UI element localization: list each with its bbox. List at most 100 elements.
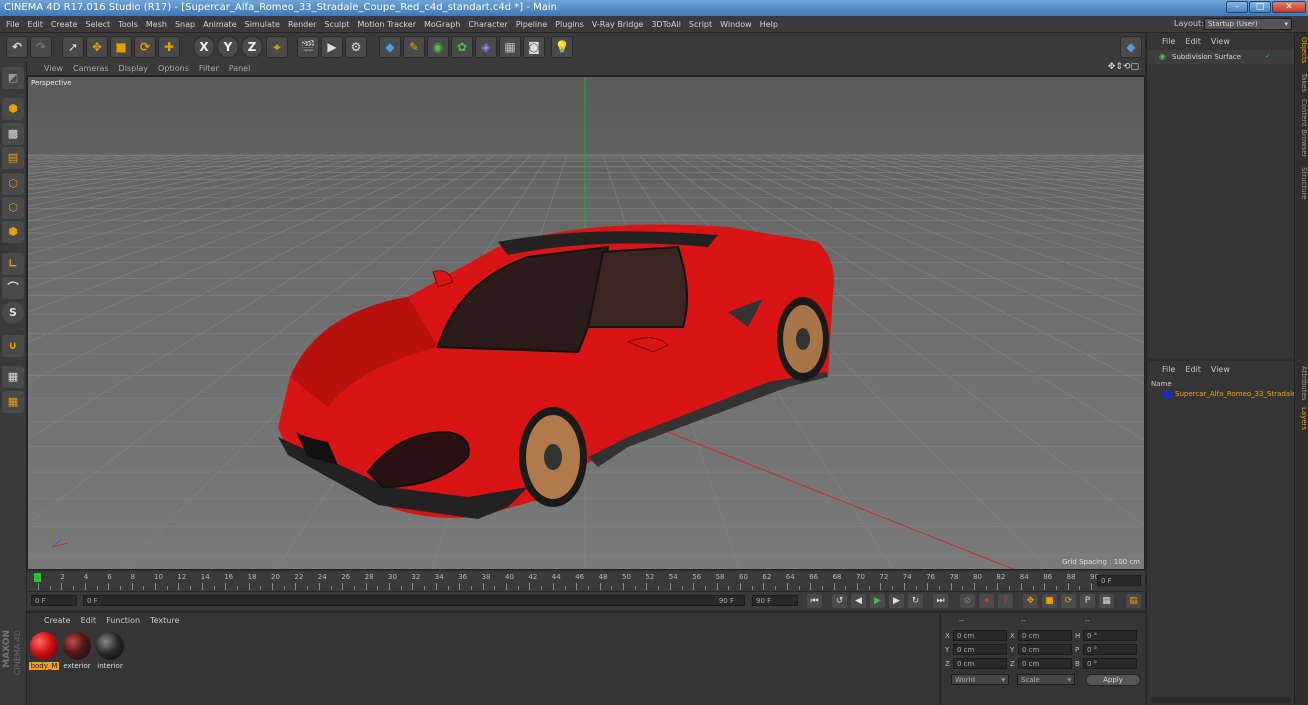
pen-icon[interactable]: ✎ (403, 36, 425, 58)
menu-item-3dtoall[interactable]: 3DToAll (647, 16, 685, 33)
menu-item-mesh[interactable]: Mesh (142, 16, 171, 33)
cloner-icon[interactable]: ✿ (451, 36, 473, 58)
redo-icon[interactable]: ↷ (30, 36, 52, 58)
add-tool-icon[interactable]: ✚ (158, 36, 180, 58)
floor-icon[interactable]: ▦ (499, 36, 521, 58)
next-frame-icon[interactable]: ▶ (889, 594, 904, 608)
menu-item-select[interactable]: Select (81, 16, 114, 33)
subdivision-icon[interactable]: ◉ (427, 36, 449, 58)
cube-icon[interactable]: ◆ (379, 36, 401, 58)
material-body[interactable]: body_M (29, 631, 59, 675)
coord-field-c[interactable]: 0 ° (1083, 630, 1137, 641)
menu-item-file[interactable]: File (2, 16, 23, 33)
end-frame-field[interactable]: 90 F (752, 595, 798, 606)
menu-item-snap[interactable]: Snap (171, 16, 199, 33)
tab-layers[interactable]: Layers (1296, 407, 1308, 430)
scale-select[interactable]: Scale ▾ (1017, 674, 1075, 685)
workplane-icon[interactable]: ▤ (2, 147, 24, 169)
menu-item-plugins[interactable]: Plugins (551, 16, 588, 33)
coord-field-b[interactable]: 0 cm (1018, 644, 1072, 655)
timeline-ruler[interactable]: 0246810121416182022242628303234363840424… (27, 571, 1145, 592)
minimize-button[interactable]: – (1226, 1, 1248, 13)
render-view-icon[interactable]: 🎬 (297, 36, 319, 58)
material-menu-edit[interactable]: Edit (76, 613, 102, 629)
material-menu-create[interactable]: Create (39, 613, 76, 629)
make-editable-icon[interactable]: ◩ (2, 67, 24, 89)
keyframe-selection-icon[interactable]: ⊘ (960, 594, 975, 608)
previous-frame-icon[interactable]: ◀ (851, 594, 866, 608)
lock-workplane-icon[interactable]: ▦ (2, 366, 24, 388)
select-tool-icon[interactable]: ➚ (62, 36, 84, 58)
planar-workplane-icon[interactable]: ▦ (2, 391, 24, 413)
tab-takes[interactable]: Takes (1296, 73, 1308, 92)
material-exterior[interactable]: exterior (62, 631, 92, 675)
go-to-start-icon[interactable]: ⏮ (807, 594, 822, 608)
coord-field-a[interactable]: 0 cm (953, 630, 1007, 641)
coord-field-a[interactable]: 0 cm (953, 658, 1007, 669)
maximize-button[interactable]: □ (1249, 1, 1271, 13)
menu-item-render[interactable]: Render (284, 16, 320, 33)
layer-menu-view[interactable]: View (1206, 362, 1235, 378)
menu-item-tools[interactable]: Tools (114, 16, 142, 33)
polygons-mode-icon[interactable]: ⬢ (2, 221, 24, 243)
material-menu-function[interactable]: Function (101, 613, 145, 629)
menu-item-help[interactable]: Help (756, 16, 782, 33)
layer-menu-edit[interactable]: Edit (1180, 362, 1206, 378)
tweak-mode-icon[interactable]: ⌒ (2, 277, 24, 299)
menu-item-window[interactable]: Window (716, 16, 756, 33)
tab-objects[interactable]: Objects (1296, 37, 1308, 63)
object-row[interactable]: ◉ Subdivision Surface ✓ (1147, 50, 1295, 64)
light-icon[interactable]: 💡 (551, 36, 573, 58)
viewport-menu-options[interactable]: Options (153, 61, 194, 76)
camera-icon[interactable]: ◙ (523, 36, 545, 58)
autokey-icon[interactable]: ? (998, 594, 1013, 608)
points-mode-icon[interactable]: ⬡ (2, 173, 24, 195)
layer-menu-file[interactable]: File (1157, 362, 1180, 378)
edges-mode-icon[interactable]: ⬡ (2, 197, 24, 219)
menu-item-create[interactable]: Create (47, 16, 82, 33)
menu-item-motion-tracker[interactable]: Motion Tracker (353, 16, 420, 33)
render-picture-viewer-icon[interactable]: ▶ (321, 36, 343, 58)
go-to-end-icon[interactable]: ⏭ (933, 594, 948, 608)
axis-z-lock[interactable]: Z (241, 36, 263, 58)
rotate-tool-icon[interactable]: ⟳ (134, 36, 156, 58)
deformer-icon[interactable]: ◈ (475, 36, 497, 58)
coord-field-b[interactable]: 0 cm (1018, 658, 1072, 669)
tab-attributes[interactable]: Attributes (1296, 366, 1308, 401)
move-tool-icon[interactable]: ✥ (86, 36, 108, 58)
menu-item-pipeline[interactable]: Pipeline (512, 16, 551, 33)
visibility-check-icon[interactable]: ✓ (1265, 52, 1271, 60)
horizontal-scrollbar[interactable] (1151, 697, 1291, 703)
model-mode-icon[interactable]: ⬢ (2, 98, 24, 120)
scale-tool-icon[interactable]: ■ (110, 36, 132, 58)
viewport-menu-filter[interactable]: Filter (194, 61, 224, 76)
apply-button[interactable]: Apply (1085, 674, 1141, 686)
coord-field-c[interactable]: 0 ° (1083, 658, 1137, 669)
layout-select[interactable]: Startup (User) ▾ (1204, 18, 1292, 30)
viewport-menu-display[interactable]: Display (114, 61, 154, 76)
record-icon[interactable]: ⏺ (979, 594, 994, 608)
key-scale-icon[interactable]: ■ (1042, 594, 1057, 608)
object-menu-file[interactable]: File (1157, 34, 1180, 50)
render-settings-icon[interactable]: ⚙ (345, 36, 367, 58)
axis-mode-icon[interactable]: ∟ (2, 253, 24, 275)
key-param-icon[interactable]: P (1080, 594, 1095, 608)
object-menu-view[interactable]: View (1206, 34, 1235, 50)
next-key-icon[interactable]: ↻ (908, 594, 923, 608)
coord-field-c[interactable]: 0 ° (1083, 644, 1137, 655)
material-interior[interactable]: interior (95, 631, 125, 675)
key-rotation-icon[interactable]: ⟳ (1061, 594, 1076, 608)
coord-field-a[interactable]: 0 cm (953, 644, 1007, 655)
start-frame-field[interactable]: 0 F (31, 595, 77, 606)
timeline-window-icon[interactable]: ▤ (1126, 594, 1141, 608)
timeline-playhead[interactable] (34, 573, 41, 582)
coordinate-system-icon[interactable]: ⌖ (266, 36, 288, 58)
menu-item-character[interactable]: Character (464, 16, 512, 33)
material-menu-texture[interactable]: Texture (145, 613, 184, 629)
previous-key-icon[interactable]: ↺ (832, 594, 847, 608)
layer-row[interactable]: Supercar_Alfa_Romeo_33_Stradale (1147, 389, 1296, 401)
python-icon[interactable]: ◆ (1120, 36, 1142, 58)
key-position-icon[interactable]: ✥ (1023, 594, 1038, 608)
menu-item-animate[interactable]: Animate (199, 16, 241, 33)
close-button[interactable]: ✕ (1272, 1, 1306, 13)
